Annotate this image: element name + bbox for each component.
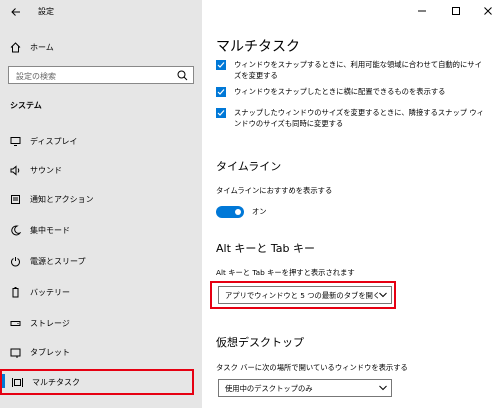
window-title: 設定 xyxy=(38,7,54,16)
sidebar-item-label: サウンド xyxy=(30,165,62,175)
multitask-icon xyxy=(11,376,23,388)
section-title: システム xyxy=(10,101,42,110)
search-icon xyxy=(177,70,188,81)
virtual-desktop-label: タスク バーに次の場所で開いているウィンドウを表示する xyxy=(216,363,408,372)
sidebar-item-storage[interactable]: ストレージ xyxy=(0,311,202,335)
sidebar: 設定 ホーム 設定の検索 システム ディスプレイ サウンド 通知とアクション 集… xyxy=(0,0,202,408)
back-arrow-icon xyxy=(11,8,20,16)
sidebar-item-tablet[interactable]: タブレット xyxy=(0,340,202,364)
page-title: マルチタスク xyxy=(216,39,300,55)
speaker-icon xyxy=(9,164,21,176)
sidebar-item-display[interactable]: ディスプレイ xyxy=(0,129,202,153)
sidebar-item-home[interactable]: ホーム xyxy=(0,36,202,58)
checkbox-checked[interactable] xyxy=(216,60,226,70)
selected-indicator xyxy=(2,374,5,388)
storage-icon xyxy=(9,317,21,329)
snap-option-resize-adjacent[interactable]: スナップしたウィンドウのサイズを変更するときに、隣接するスナップ ウィンドウのサ… xyxy=(216,107,486,129)
sidebar-item-multitasking[interactable]: マルチタスク xyxy=(0,369,194,395)
timeline-label: タイムラインにおすすめを表示する xyxy=(216,186,333,195)
virtual-desktop-dropdown[interactable]: 使用中のデスクトップのみ xyxy=(218,379,392,397)
checkbox-label: ウィンドウをスナップしたときに横に配置できるものを表示する xyxy=(234,87,446,96)
check-icon xyxy=(217,62,225,68)
sidebar-item-sound[interactable]: サウンド xyxy=(0,158,202,182)
timeline-toggle[interactable] xyxy=(216,206,244,218)
close-icon xyxy=(484,7,492,15)
sidebar-item-label: 通知とアクション xyxy=(30,194,94,204)
home-label: ホーム xyxy=(30,42,54,52)
dropdown-value: 使用中のデスクトップのみ xyxy=(225,384,313,393)
check-icon xyxy=(217,89,225,95)
snap-option-autosize[interactable]: ウィンドウをスナップするときに、利用可能な領域に合わせて自動的にサイズを変更する xyxy=(216,59,486,81)
snap-option-show-next[interactable]: ウィンドウをスナップしたときに横に配置できるものを表示する xyxy=(216,86,486,97)
maximize-button[interactable] xyxy=(446,2,466,20)
title-bar: 設定 xyxy=(0,0,202,24)
sidebar-item-label: ディスプレイ xyxy=(30,136,78,146)
display-icon xyxy=(9,135,21,147)
toggle-knob xyxy=(235,209,241,215)
search-placeholder: 設定の検索 xyxy=(16,72,56,81)
minimize-icon xyxy=(418,10,426,12)
alttab-heading: Alt キーと Tab キー xyxy=(216,242,316,255)
alttab-label: Alt キーと Tab キーを押すと表示されます xyxy=(216,268,355,277)
moon-icon xyxy=(9,224,21,236)
check-icon xyxy=(217,110,225,116)
minimize-button[interactable] xyxy=(412,2,432,20)
sidebar-item-label: 電源とスリープ xyxy=(30,256,86,266)
power-icon xyxy=(9,255,21,267)
timeline-heading: タイムライン xyxy=(216,160,282,173)
sidebar-item-label: バッテリー xyxy=(30,287,70,297)
sidebar-item-power[interactable]: 電源とスリープ xyxy=(0,249,202,273)
search-input[interactable]: 設定の検索 xyxy=(8,66,194,84)
close-button[interactable] xyxy=(478,2,498,20)
content-pane: マルチタスク ウィンドウをスナップするときに、利用可能な領域に合わせて自動的にサ… xyxy=(202,0,500,408)
checkbox-label: ウィンドウをスナップするときに、利用可能な領域に合わせて自動的にサイズを変更する xyxy=(234,60,482,80)
sidebar-item-notifications[interactable]: 通知とアクション xyxy=(0,187,202,211)
home-icon xyxy=(9,41,21,53)
battery-icon xyxy=(9,286,21,298)
chevron-down-icon xyxy=(379,292,387,298)
back-button[interactable] xyxy=(6,2,26,22)
sidebar-item-label: マルチタスク xyxy=(32,377,80,387)
alttab-dropdown[interactable]: アプリでウィンドウと 5 つの最新のタブを開く xyxy=(218,286,392,304)
maximize-icon xyxy=(452,7,460,15)
virtual-desktop-heading: 仮想デスクトップ xyxy=(216,336,304,349)
sidebar-item-focus-assist[interactable]: 集中モード xyxy=(0,218,202,242)
checkbox-checked[interactable] xyxy=(216,108,226,118)
checkbox-checked[interactable] xyxy=(216,87,226,97)
tablet-icon xyxy=(9,346,21,358)
notification-icon xyxy=(9,193,21,205)
chevron-down-icon xyxy=(379,385,387,391)
sidebar-item-label: タブレット xyxy=(30,347,70,357)
toggle-state-label: オン xyxy=(252,207,267,216)
sidebar-item-battery[interactable]: バッテリー xyxy=(0,280,202,304)
dropdown-value: アプリでウィンドウと 5 つの最新のタブを開く xyxy=(225,291,381,300)
checkbox-label: スナップしたウィンドウのサイズを変更するときに、隣接するスナップ ウィンドウのサ… xyxy=(234,108,484,128)
sidebar-item-label: ストレージ xyxy=(30,318,70,328)
sidebar-item-label: 集中モード xyxy=(30,225,70,235)
